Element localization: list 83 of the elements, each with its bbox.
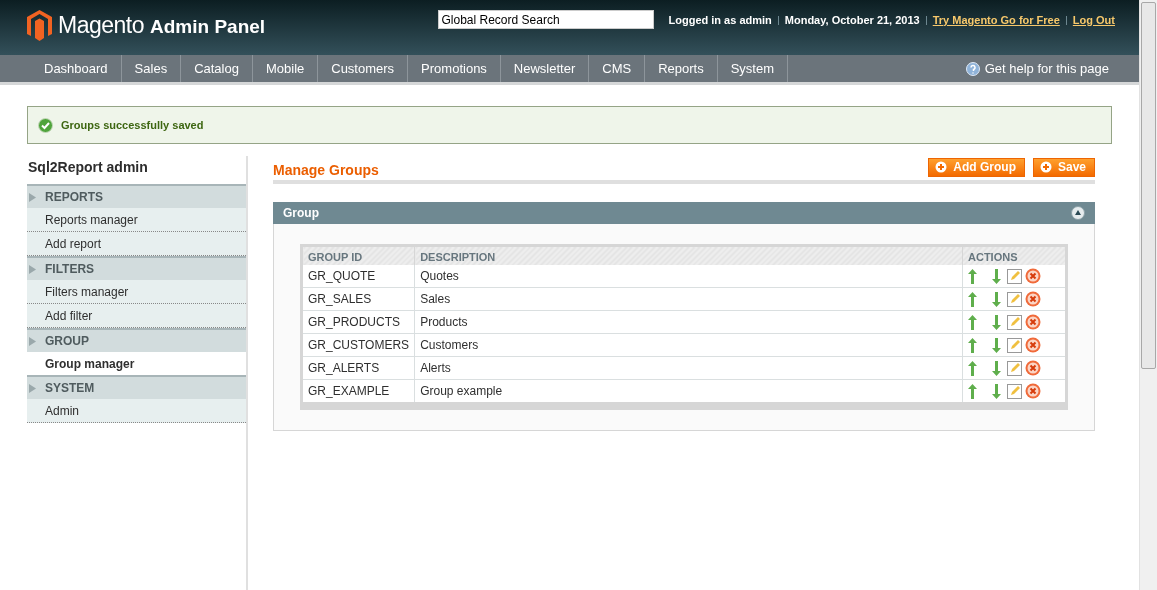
add-button[interactable]: Save xyxy=(1032,157,1095,177)
success-icon xyxy=(38,117,53,133)
logo-text: Magento xyxy=(58,12,144,39)
sidebar-item[interactable]: Reports manager xyxy=(27,208,246,232)
up-arrow-icon[interactable] xyxy=(968,337,977,353)
scrollbar[interactable] xyxy=(1139,0,1157,590)
up-arrow-icon[interactable] xyxy=(968,383,977,399)
table-cell: Group example xyxy=(414,379,963,406)
nav-item[interactable]: Sales xyxy=(121,55,182,82)
nav-item[interactable]: System xyxy=(717,55,789,82)
table-cell: GR_CUSTOMERS xyxy=(301,333,415,357)
nav-item[interactable]: Newsletter xyxy=(500,55,590,82)
search-field[interactable]: Global Record Search xyxy=(437,10,654,29)
help-link[interactable]: Get help for this page xyxy=(965,55,1109,82)
sidebar-section[interactable]: GROUP xyxy=(27,328,246,352)
nav-item[interactable]: Reports xyxy=(645,55,718,82)
sidebar-item[interactable]: Add report xyxy=(27,232,246,256)
page-title: Manage Groups xyxy=(273,162,379,178)
sidebar-item[interactable]: Admin xyxy=(27,399,246,423)
plus-icon xyxy=(935,161,948,173)
up-arrow-icon[interactable] xyxy=(968,268,977,284)
edit-icon[interactable] xyxy=(1007,337,1022,353)
nav-item[interactable]: Promotions xyxy=(408,55,501,82)
up-arrow-icon[interactable] xyxy=(968,314,977,330)
up-arrow-icon[interactable] xyxy=(968,360,977,376)
table-cell: Customers xyxy=(414,333,963,357)
nav-item[interactable]: Customers xyxy=(318,55,409,82)
delete-icon[interactable] xyxy=(1025,337,1041,353)
add-button[interactable]: Add Group xyxy=(928,157,1025,177)
triangle-icon xyxy=(29,336,36,346)
table-cell: Sales xyxy=(414,287,963,311)
delete-icon[interactable] xyxy=(1025,360,1041,376)
column-header: GROUP ID xyxy=(301,245,415,265)
sidebar-title: Sql2Report admin xyxy=(27,158,149,177)
sidebar-section[interactable]: SYSTEM xyxy=(27,375,246,399)
sidebar-item[interactable]: Add filter xyxy=(27,304,246,328)
table-cell: Products xyxy=(414,310,963,334)
table-cell: GR_EXAMPLE xyxy=(301,379,415,406)
nav-item[interactable]: Catalog xyxy=(181,55,253,82)
success-message: Groups successfully saved xyxy=(61,119,204,131)
down-arrow-icon[interactable] xyxy=(992,337,1001,353)
logo-icon xyxy=(27,10,52,41)
sidebar-section[interactable]: FILTERS xyxy=(27,256,246,280)
triangle-icon xyxy=(29,383,36,393)
collapse-icon[interactable] xyxy=(1071,206,1085,220)
column-header: DESCRIPTION xyxy=(414,245,963,265)
plus-icon xyxy=(1039,161,1052,173)
help-icon xyxy=(965,61,980,76)
table-cell: GR_PRODUCTS xyxy=(301,310,415,334)
delete-icon[interactable] xyxy=(1025,291,1041,307)
down-arrow-icon[interactable] xyxy=(992,360,1001,376)
column-header: ACTIONS xyxy=(962,245,1067,265)
down-arrow-icon[interactable] xyxy=(992,314,1001,330)
sidebar-section[interactable]: REPORTS xyxy=(27,184,246,208)
table-cell: Quotes xyxy=(414,265,963,288)
edit-icon[interactable] xyxy=(1007,291,1022,307)
edit-icon[interactable] xyxy=(1007,314,1022,330)
down-arrow-icon[interactable] xyxy=(992,268,1001,284)
logo-subtitle: Admin Panel xyxy=(150,16,266,38)
down-arrow-icon[interactable] xyxy=(992,291,1001,307)
nav-item[interactable]: Mobile xyxy=(252,55,319,82)
edit-icon[interactable] xyxy=(1007,383,1022,399)
table-cell: GR_QUOTE xyxy=(301,265,415,288)
user-text: Logged in as admin xyxy=(668,14,772,26)
down-arrow-icon[interactable] xyxy=(992,383,1001,399)
panel-title: Group xyxy=(283,206,319,220)
header-link[interactable]: Log Out xyxy=(1072,14,1115,26)
table-cell: GR_SALES xyxy=(301,287,415,311)
triangle-icon xyxy=(29,192,36,202)
nav-item[interactable]: CMS xyxy=(589,55,646,82)
table-cell: GR_ALERTS xyxy=(301,356,415,380)
header-link[interactable]: Try Magento Go for Free xyxy=(932,14,1060,26)
edit-icon[interactable] xyxy=(1007,360,1022,376)
up-arrow-icon[interactable] xyxy=(968,291,977,307)
table-cell: Alerts xyxy=(414,356,963,380)
date-text: Monday, October 21, 2013 xyxy=(784,14,920,26)
edit-icon[interactable] xyxy=(1007,268,1022,284)
delete-icon[interactable] xyxy=(1025,383,1041,399)
nav-item[interactable]: Dashboard xyxy=(31,55,122,82)
delete-icon[interactable] xyxy=(1025,268,1041,284)
sidebar-item[interactable]: Filters manager xyxy=(27,280,246,304)
delete-icon[interactable] xyxy=(1025,314,1041,330)
triangle-icon xyxy=(29,264,36,274)
